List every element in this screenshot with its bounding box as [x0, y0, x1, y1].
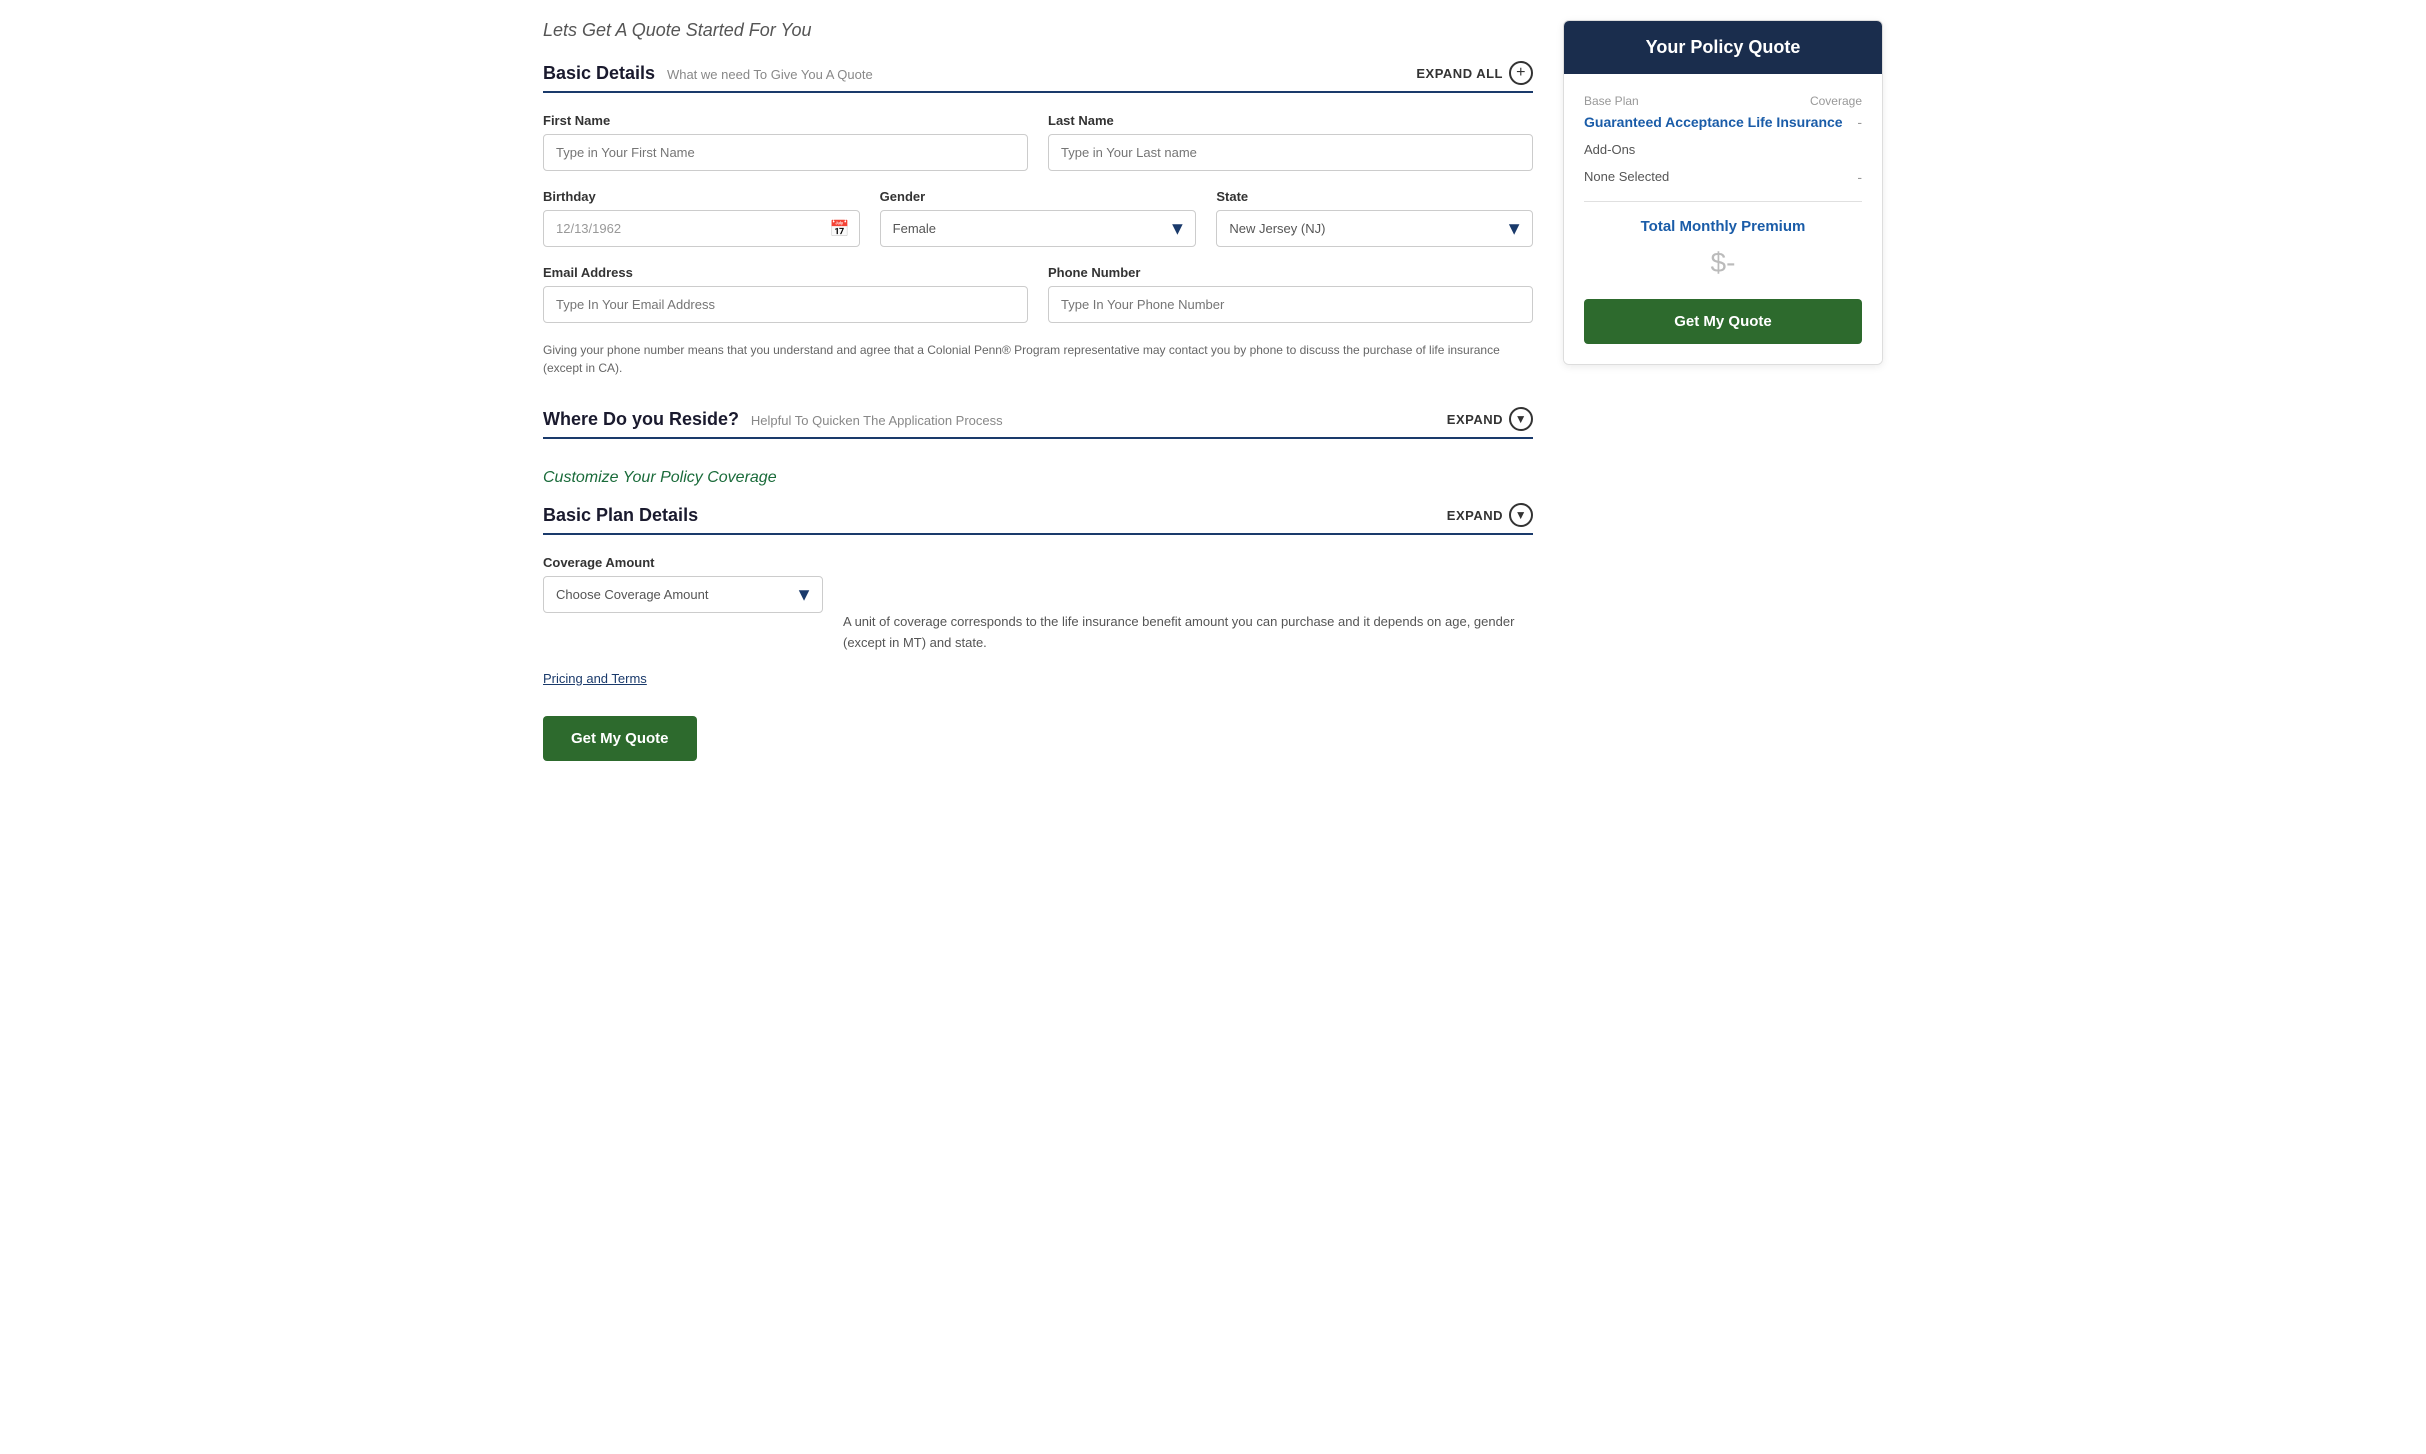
basic-plan-divider [543, 533, 1533, 535]
plan-name-row: Guaranteed Acceptance Life Insurance - [1584, 114, 1862, 134]
base-plan-label: Base Plan [1584, 94, 1639, 108]
coverage-amount-group: Coverage Amount Choose Coverage Amount ▼… [543, 555, 1533, 670]
plan-name: Guaranteed Acceptance Life Insurance [1584, 114, 1843, 130]
basic-details-subtitle: What we need To Give You A Quote [667, 67, 873, 82]
birthday-input-wrapper: 📅 [543, 210, 860, 247]
expand-all-label: EXPAND ALL [1416, 66, 1503, 81]
sidebar: Your Policy Quote Base Plan Coverage Gua… [1563, 20, 1883, 791]
basic-details-divider [543, 91, 1533, 93]
total-monthly-label: Total Monthly Premium [1584, 218, 1862, 235]
where-reside-header: Where Do you Reside? Helpful To Quicken … [543, 407, 1533, 431]
state-label: State [1216, 189, 1533, 204]
quote-amount: $- [1584, 247, 1862, 279]
none-selected-label: None Selected [1584, 169, 1669, 184]
gender-select-wrapper: Female Male ▼ [880, 210, 1197, 247]
basic-plan-chevron-icon: ▼ [1509, 503, 1533, 527]
quote-panel: Your Policy Quote Base Plan Coverage Gua… [1563, 20, 1883, 365]
last-name-input[interactable] [1048, 134, 1533, 171]
page-heading: Lets Get A Quote Started For You [543, 20, 1533, 41]
last-name-group: Last Name [1048, 113, 1533, 171]
get-quote-bottom-button[interactable]: Get My Quote [543, 716, 697, 761]
basic-details-title-group: Basic Details What we need To Give You A… [543, 63, 873, 84]
plan-coverage-dash: - [1857, 114, 1862, 130]
where-reside-subtitle: Helpful To Quicken The Application Proce… [751, 413, 1003, 428]
quote-panel-header: Your Policy Quote [1564, 21, 1882, 74]
coverage-select-wrapper: Choose Coverage Amount ▼ [543, 576, 823, 613]
basic-plan-header: Basic Plan Details EXPAND ▼ [543, 503, 1533, 527]
coverage-select[interactable]: Choose Coverage Amount [543, 576, 823, 613]
email-phone-row: Email Address Phone Number [543, 265, 1533, 323]
basic-plan-expand-label: EXPAND [1447, 508, 1503, 523]
email-label: Email Address [543, 265, 1028, 280]
phone-group: Phone Number [1048, 265, 1533, 323]
phone-input[interactable] [1048, 286, 1533, 323]
none-selected-dash: - [1857, 169, 1862, 185]
email-input[interactable] [543, 286, 1028, 323]
coverage-select-group: Choose Coverage Amount ▼ [543, 576, 823, 613]
basic-plan-section: Basic Plan Details EXPAND ▼ Coverage Amo… [543, 503, 1533, 761]
phone-disclaimer: Giving your phone number means that you … [543, 341, 1533, 377]
where-reside-chevron-icon: ▼ [1509, 407, 1533, 431]
quote-divider [1584, 201, 1862, 202]
coverage-row: Choose Coverage Amount ▼ A unit of cover… [543, 576, 1533, 654]
customize-heading: Customize Your Policy Coverage [543, 469, 1533, 487]
last-name-label: Last Name [1048, 113, 1533, 128]
phone-label: Phone Number [1048, 265, 1533, 280]
first-name-group: First Name [543, 113, 1028, 171]
add-ons-label: Add-Ons [1584, 142, 1635, 157]
birthday-gender-state-row: Birthday 📅 Gender Female Male ▼ [543, 189, 1533, 247]
add-ons-row: Add-Ons [1584, 142, 1862, 161]
state-select[interactable]: New Jersey (NJ) New York (NY) California… [1216, 210, 1533, 247]
state-group: State New Jersey (NJ) New York (NY) Cali… [1216, 189, 1533, 247]
email-group: Email Address [543, 265, 1028, 323]
where-reside-expand-label: EXPAND [1447, 412, 1503, 427]
name-row: First Name Last Name [543, 113, 1533, 171]
coverage-info-text: A unit of coverage corresponds to the li… [843, 576, 1533, 654]
get-quote-sidebar-button[interactable]: Get My Quote [1584, 299, 1862, 344]
quote-panel-body: Base Plan Coverage Guaranteed Acceptance… [1564, 74, 1882, 364]
basic-plan-title: Basic Plan Details [543, 505, 698, 526]
birthday-group: Birthday 📅 [543, 189, 860, 247]
gender-group: Gender Female Male ▼ [880, 189, 1197, 247]
basic-details-title: Basic Details [543, 63, 655, 83]
first-name-label: First Name [543, 113, 1028, 128]
basic-details-header: Basic Details What we need To Give You A… [543, 61, 1533, 85]
expand-all-icon: + [1509, 61, 1533, 85]
birthday-label: Birthday [543, 189, 860, 204]
base-plan-row: Base Plan Coverage [1584, 94, 1862, 108]
expand-all-button[interactable]: EXPAND ALL + [1416, 61, 1533, 85]
gender-label: Gender [880, 189, 1197, 204]
basic-details-section: Basic Details What we need To Give You A… [543, 61, 1533, 377]
calendar-icon: 📅 [830, 219, 850, 239]
basic-plan-expand-button[interactable]: EXPAND ▼ [1447, 503, 1533, 527]
coverage-amount-label: Coverage Amount [543, 555, 1533, 570]
first-name-input[interactable] [543, 134, 1028, 171]
coverage-col-label: Coverage [1810, 94, 1862, 108]
where-reside-title-group: Where Do you Reside? Helpful To Quicken … [543, 409, 1003, 430]
state-select-wrapper: New Jersey (NJ) New York (NY) California… [1216, 210, 1533, 247]
birthday-input[interactable] [543, 210, 860, 247]
gender-select[interactable]: Female Male [880, 210, 1197, 247]
none-selected-row: None Selected - [1584, 169, 1862, 185]
where-reside-title: Where Do you Reside? [543, 409, 739, 429]
where-reside-section: Where Do you Reside? Helpful To Quicken … [543, 407, 1533, 439]
where-reside-divider [543, 437, 1533, 439]
where-reside-expand-button[interactable]: EXPAND ▼ [1447, 407, 1533, 431]
pricing-terms-link[interactable]: Pricing and Terms [543, 671, 647, 686]
